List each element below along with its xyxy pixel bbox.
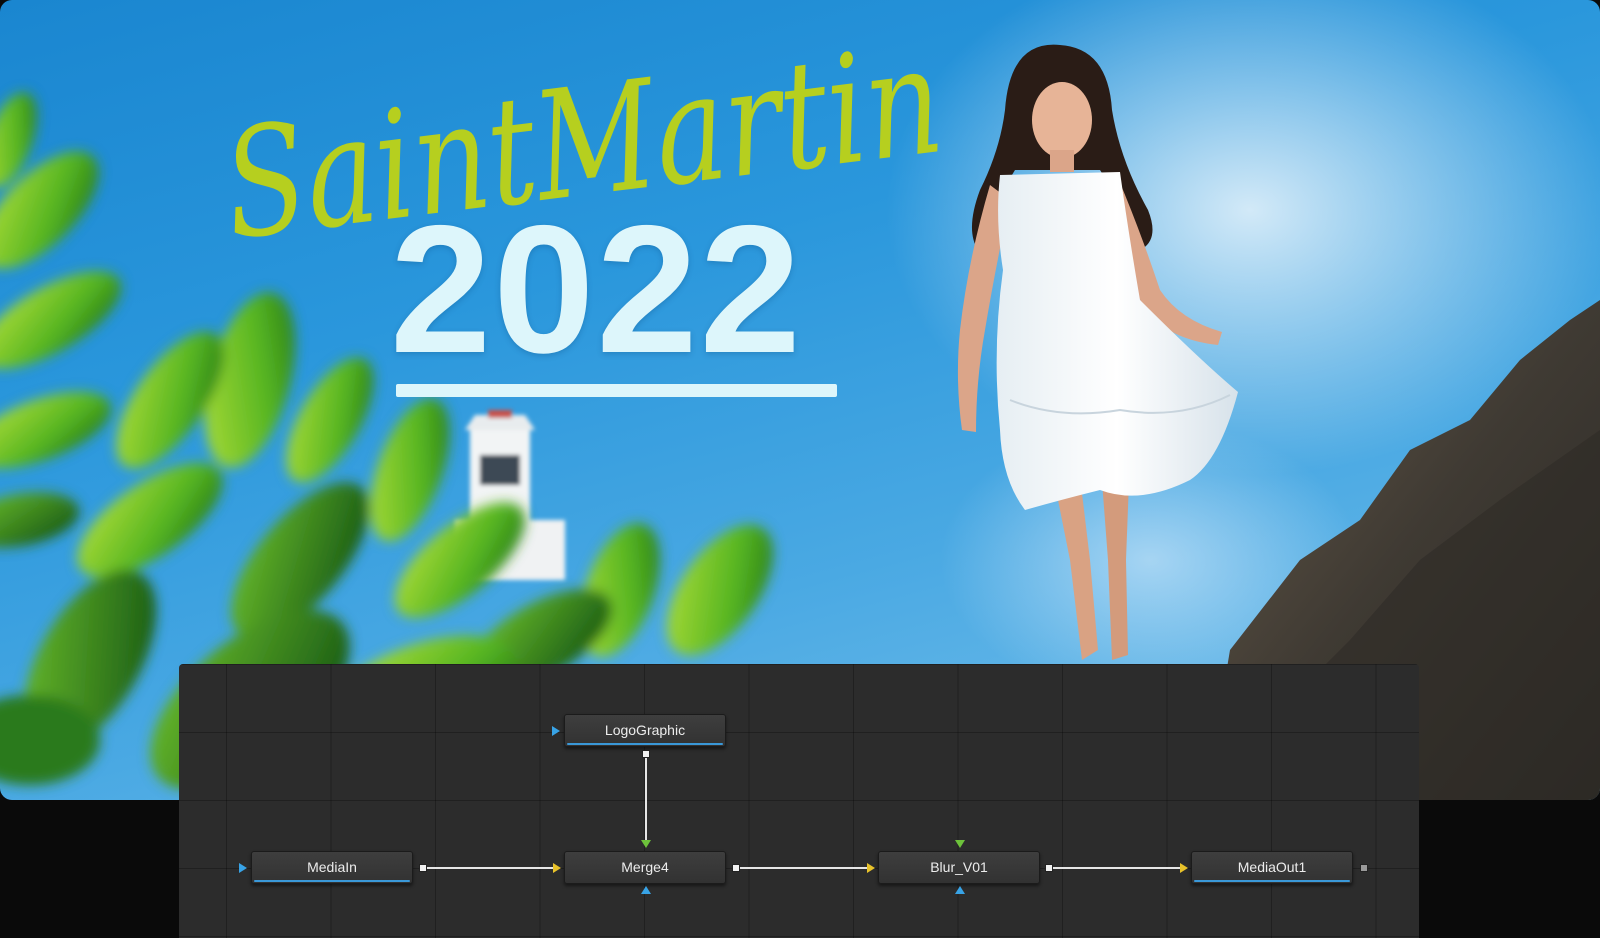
node-mediain[interactable]: MediaIn [251, 851, 413, 884]
mediain-output-port[interactable] [419, 864, 427, 872]
node-mediain-label: MediaIn [307, 859, 357, 875]
merge4-output-port[interactable] [732, 864, 740, 872]
logographic-input-arrow-icon [552, 726, 560, 736]
merge4-background-input-icon[interactable] [553, 863, 561, 873]
node-logographic-label: LogoGraphic [604, 722, 686, 738]
node-blur-v01-label: Blur_V01 [930, 859, 988, 875]
blur-output-port[interactable] [1045, 864, 1053, 872]
mediain-input-arrow-icon [239, 863, 247, 873]
merge4-mask-input-icon[interactable] [641, 886, 651, 894]
node-connections [423, 752, 1182, 869]
mediaout-output-port[interactable] [1360, 864, 1368, 872]
woman-figure [957, 44, 1238, 660]
merge4-foreground-input-icon[interactable] [641, 840, 651, 848]
node-mediaout1[interactable]: MediaOut1 [1191, 851, 1353, 884]
mediaout-input-icon[interactable] [1180, 863, 1188, 873]
blur-effect-input-icon[interactable] [955, 840, 965, 848]
node-blur-v01[interactable]: Blur_V01 [878, 851, 1040, 884]
node-mediaout1-label: MediaOut1 [1237, 859, 1307, 875]
node-logographic[interactable]: LogoGraphic [564, 714, 726, 747]
node-merge4[interactable]: Merge4 [564, 851, 726, 884]
blur-input-icon[interactable] [867, 863, 875, 873]
logographic-output-port[interactable] [642, 750, 650, 758]
blur-mask-input-icon[interactable] [955, 886, 965, 894]
node-graph-panel[interactable]: LogoGraphic MediaIn Merge4 Blur_V01 Medi… [179, 664, 1419, 938]
title-year: 2022 [390, 187, 803, 391]
node-merge4-label: Merge4 [621, 859, 669, 875]
title-underline [396, 384, 837, 397]
